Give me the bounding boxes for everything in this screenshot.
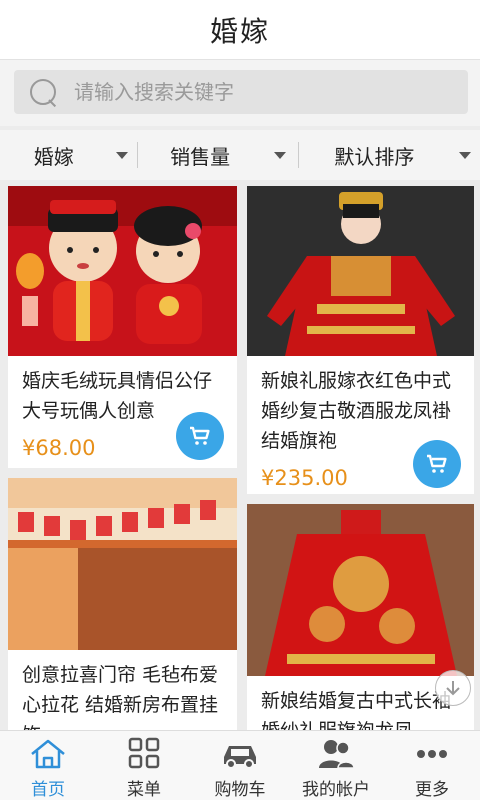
filter-category-label: 婚嫁 xyxy=(33,144,74,169)
home-icon xyxy=(31,739,65,769)
tab-menu-label: 菜单 xyxy=(127,780,161,800)
search-bar xyxy=(0,60,480,126)
cart-icon xyxy=(427,454,447,473)
tab-menu[interactable]: 菜单 xyxy=(96,731,192,800)
filter-category[interactable]: 婚嫁 xyxy=(0,130,137,180)
filter-sort[interactable]: 默认排序 xyxy=(299,130,480,180)
product-image[interactable] xyxy=(247,504,474,676)
product-grid: 婚庆毛绒玩具情侣公仔大号玩偶人创意 ¥68.00 新娘礼服嫁衣红色中式婚纱复古敬… xyxy=(0,182,480,730)
search-icon xyxy=(28,77,58,107)
arrow-down-icon xyxy=(446,681,460,696)
tab-more-label: 更多 xyxy=(415,780,449,800)
product-card[interactable]: 创意拉喜门帘 毛毡布爱心拉花 结婚新房布置挂饰 xyxy=(8,478,237,730)
filter-sales[interactable]: 销售量 xyxy=(138,130,297,180)
scroll-down-button[interactable] xyxy=(435,670,471,706)
filter-sales-label: 销售量 xyxy=(170,144,231,169)
caret-down-icon xyxy=(116,152,128,159)
bottom-tab-bar: 首页 菜单 购物车 我的帐户 更多 xyxy=(0,730,480,800)
caret-down-icon xyxy=(274,152,287,159)
filter-bar: 婚嫁 销售量 默认排序 xyxy=(0,130,480,180)
caret-down-icon xyxy=(458,152,471,159)
users-icon xyxy=(319,740,355,769)
tab-more[interactable]: 更多 xyxy=(384,731,480,800)
add-to-cart-button[interactable] xyxy=(176,412,224,460)
search-box[interactable] xyxy=(14,70,468,114)
product-image[interactable] xyxy=(247,186,474,356)
page-title: 婚嫁 xyxy=(209,14,270,48)
tab-cart[interactable]: 购物车 xyxy=(192,731,288,800)
search-input[interactable] xyxy=(74,80,454,104)
tab-home-label: 首页 xyxy=(31,780,65,800)
grid-menu-icon xyxy=(128,737,160,769)
tab-account[interactable]: 我的帐户 xyxy=(288,731,384,800)
app-header: 婚嫁 xyxy=(0,0,480,60)
tab-home[interactable]: 首页 xyxy=(0,731,96,800)
cart-icon xyxy=(190,426,210,445)
car-icon xyxy=(224,746,256,769)
product-image[interactable] xyxy=(8,478,237,650)
tab-account-label: 我的帐户 xyxy=(302,780,370,800)
product-title[interactable]: 创意拉喜门帘 毛毡布爱心拉花 结婚新房布置挂饰 xyxy=(8,660,237,730)
add-to-cart-button[interactable] xyxy=(413,440,461,488)
product-card[interactable]: 新娘礼服嫁衣红色中式婚纱复古敬酒服龙凤褂结婚旗袍 ¥235.00 xyxy=(247,186,474,494)
filter-sort-label: 默认排序 xyxy=(334,144,415,169)
product-image[interactable] xyxy=(8,186,237,356)
more-dots-icon xyxy=(417,750,447,758)
product-card[interactable]: 婚庆毛绒玩具情侣公仔大号玩偶人创意 ¥68.00 xyxy=(8,186,237,468)
tab-cart-label: 购物车 xyxy=(214,780,266,800)
